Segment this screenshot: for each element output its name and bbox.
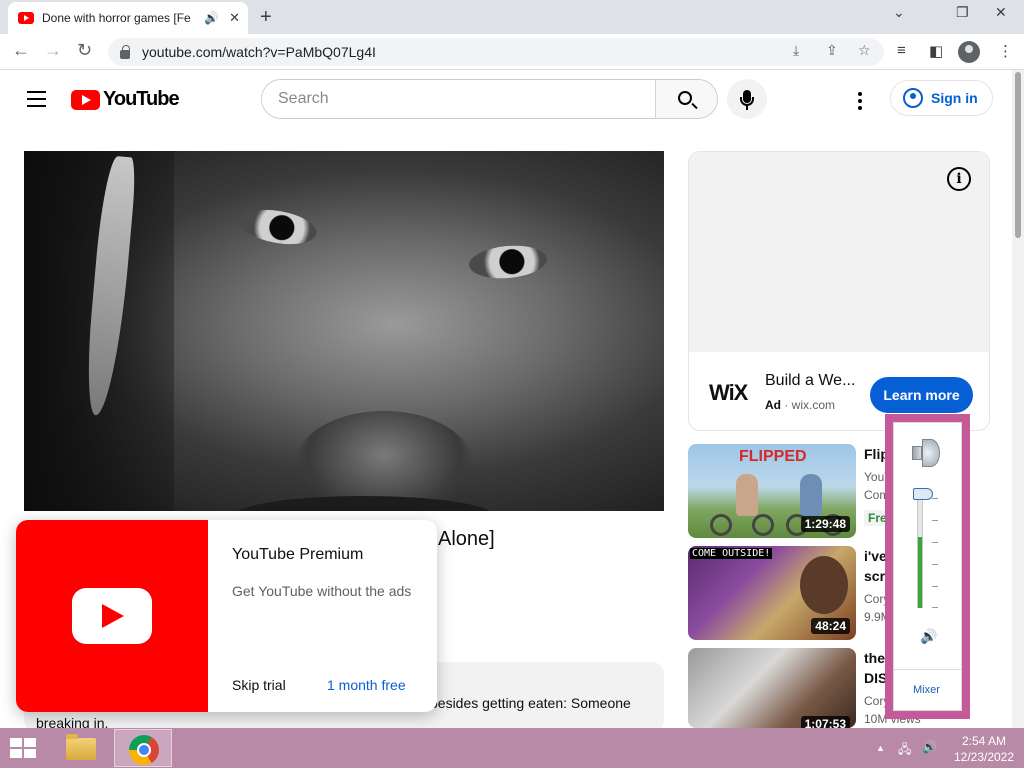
video-frame-eye-right	[467, 242, 549, 282]
new-tab-button[interactable]: +	[260, 6, 272, 29]
recommendation-thumbnail-2[interactable]: COME OUTSIDE! 48:24	[688, 546, 856, 640]
ad-meta: Ad · wix.com	[765, 398, 836, 412]
ad-card[interactable]: i WiX Build a We... Ad · wix.com Learn m…	[688, 151, 990, 431]
clock-date: 12/23/2022	[953, 750, 1015, 764]
media-control-icon[interactable]: ≡	[897, 42, 906, 59]
video-frame-eye-left	[236, 204, 320, 250]
recommendation-thumbnail-3[interactable]: 1:07:53	[688, 648, 856, 728]
profile-avatar[interactable]	[958, 41, 980, 63]
browser-tab[interactable]: Done with horror games [Fe 🔊 ✕	[8, 2, 248, 34]
tab-close-icon[interactable]: ✕	[229, 10, 240, 26]
browser-toolbar: ← → ↻ youtube.com/watch?v=PaMbQ07Lg4I ⤓ …	[0, 34, 1024, 70]
info-icon[interactable]: i	[947, 167, 971, 191]
thumbnail-text: FLIPPED	[739, 448, 807, 465]
advertiser-logo: WiX	[709, 380, 748, 405]
mixer-divider	[894, 669, 961, 670]
settings-menu-icon[interactable]	[858, 92, 862, 113]
tab-strip: Done with horror games [Fe 🔊 ✕ + ⌄ ❐ ✕	[0, 0, 1024, 34]
taskbar-clock[interactable]: 2:54 AM 12/23/2022	[952, 733, 1016, 765]
youtube-play-icon	[71, 89, 100, 110]
premium-subtitle: Get YouTube without the ads	[232, 583, 412, 599]
chrome-icon	[129, 735, 159, 765]
folder-icon	[66, 734, 96, 760]
start-button-windows-icon[interactable]	[10, 738, 38, 760]
side-panel-icon[interactable]: ◧	[929, 42, 943, 60]
learn-more-button[interactable]: Learn more	[870, 377, 973, 413]
restore-button[interactable]: ❐	[956, 4, 969, 21]
ad-title[interactable]: Build a We...	[765, 372, 855, 390]
voice-search-button[interactable]	[727, 79, 767, 119]
youtube-header: YouTube Sign in	[0, 70, 1012, 128]
skip-trial-button[interactable]: Skip trial	[232, 677, 286, 693]
clock-time: 2:54 AM	[961, 734, 1007, 748]
ad-media[interactable]: i	[689, 152, 989, 352]
scrollbar-thumb[interactable]	[1015, 72, 1021, 238]
youtube-logo-text: YouTube	[103, 88, 180, 110]
tab-search-icon[interactable]: ⌄	[893, 4, 905, 21]
mute-speaker-icon[interactable]: 🔊	[920, 628, 937, 645]
taskbar-file-explorer[interactable]	[52, 729, 110, 767]
sign-in-label: Sign in	[931, 90, 978, 106]
url-text: youtube.com/watch?v=PaMbQ07Lg4I	[142, 44, 376, 60]
forward-icon[interactable]: →	[44, 40, 62, 61]
recommendation-title-line-2[interactable]: DIS	[864, 670, 887, 686]
volume-level-fill	[918, 536, 922, 608]
install-icon[interactable]: ⤓	[793, 42, 799, 59]
youtube-premium-popup: YouTube Premium Get YouTube without the …	[16, 520, 437, 712]
youtube-play-icon	[72, 588, 152, 644]
taskbar-chrome[interactable]	[114, 729, 172, 767]
menu-icon[interactable]	[27, 91, 46, 112]
search-icon	[678, 91, 692, 105]
bookmark-star-icon[interactable]: ☆	[858, 42, 871, 59]
browser-menu-icon[interactable]: ⋮	[998, 42, 1013, 60]
back-icon[interactable]: ←	[12, 40, 30, 61]
ad-badge: Ad	[765, 398, 781, 412]
youtube-favicon-icon	[18, 12, 34, 24]
tab-audio-icon[interactable]: 🔊	[204, 11, 219, 25]
volume-tray-icon[interactable]: 🔊	[922, 740, 937, 754]
video-duration: 1:07:53	[800, 716, 850, 728]
recommendation-thumbnail-1[interactable]: FLIPPED 1:29:48	[688, 444, 856, 538]
mixer-link[interactable]: Mixer	[913, 684, 940, 696]
sign-in-button[interactable]: Sign in	[890, 80, 993, 116]
address-bar[interactable]: youtube.com/watch?v=PaMbQ07Lg4I	[108, 38, 884, 66]
search-input[interactable]	[262, 80, 655, 118]
show-hidden-icons-icon[interactable]: ▲	[876, 743, 885, 753]
video-title: Alone]	[438, 528, 495, 550]
video-player[interactable]	[24, 151, 664, 511]
search-box	[261, 79, 718, 119]
tab-title: Done with horror games [Fe	[42, 11, 191, 25]
share-icon[interactable]: ⇪	[826, 42, 838, 59]
recommendation-title[interactable]: i've	[864, 548, 887, 564]
close-window-button[interactable]: ✕	[995, 4, 1007, 21]
one-month-free-button[interactable]: 1 month free	[327, 677, 406, 693]
ad-domain: wix.com	[791, 398, 836, 412]
volume-slider-thumb[interactable]	[913, 487, 933, 500]
page-scrollbar[interactable]	[1012, 70, 1024, 728]
network-icon[interactable]: 🖧	[898, 740, 911, 761]
video-duration: 1:29:48	[800, 516, 850, 532]
reload-icon[interactable]: ↻	[77, 40, 92, 61]
search-button[interactable]	[655, 80, 717, 118]
lock-icon[interactable]	[120, 44, 130, 59]
premium-title: YouTube Premium	[232, 546, 364, 563]
taskbar: ▲ 🖧 🔊 2:54 AM 12/23/2022	[0, 728, 1024, 768]
account-icon	[903, 88, 923, 108]
thumbnail-text: COME OUTSIDE!	[690, 548, 773, 559]
youtube-logo[interactable]: YouTube	[71, 88, 180, 111]
video-duration: 48:24	[811, 618, 850, 634]
volume-ticks	[932, 498, 940, 608]
description-text: besides getting eaten: Someone	[430, 695, 631, 711]
screen: Done with horror games [Fe 🔊 ✕ + ⌄ ❐ ✕ ←…	[0, 0, 1024, 768]
recommendation-title[interactable]: the	[864, 650, 885, 666]
premium-banner	[16, 520, 208, 712]
speaker-device-icon	[912, 438, 942, 468]
